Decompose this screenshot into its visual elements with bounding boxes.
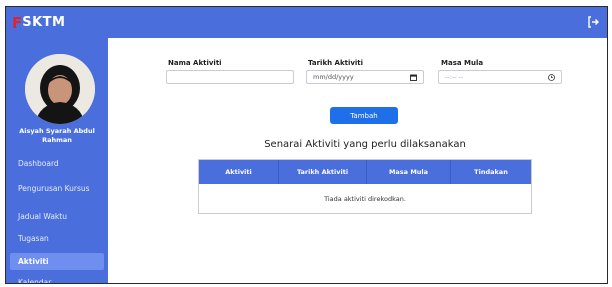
nama-aktiviti-label: Nama Aktiviti <box>168 59 222 67</box>
logo-text: SKTM <box>22 15 66 30</box>
section-title: Senarai Aktiviti yang perlu dilaksanakan <box>264 139 466 150</box>
sidebar-item-kalendar[interactable]: Kalendar <box>10 276 104 283</box>
top-bar: F SKTM <box>6 7 607 38</box>
app-window: F SKTM Aisyah Syarah Abdul Rahman Dashbo… <box>5 6 608 284</box>
tambah-button[interactable]: Tambah <box>330 107 398 124</box>
column-header-tindakan: Tindakan <box>474 168 508 176</box>
logout-icon[interactable] <box>587 16 599 28</box>
tarikh-aktiviti-input[interactable]: mm/dd/yyyy <box>306 70 424 84</box>
empty-table-message: Tiada aktiviti direkodkan. <box>199 184 531 213</box>
avatar <box>25 54 95 124</box>
main-content: Nama Aktiviti Tarikh Aktiviti mm/dd/yyyy… <box>108 38 607 283</box>
column-header-aktiviti: Aktiviti <box>199 160 279 184</box>
tarikh-aktiviti-label: Tarikh Aktiviti <box>308 59 364 67</box>
nama-aktiviti-input[interactable] <box>166 70 294 84</box>
sidebar-item-dashboard[interactable]: Dashboard <box>10 157 104 171</box>
column-header-tarikh-aktiviti: Tarikh Aktiviti <box>279 160 367 184</box>
masa-placeholder: --:-- -- <box>445 73 464 81</box>
column-header-masa-mula: Masa Mula <box>367 160 451 184</box>
masa-mula-label: Masa Mula <box>441 59 484 67</box>
clock-icon[interactable] <box>548 74 555 81</box>
table-header: Aktiviti Tarikh Aktiviti Masa Mula Tinda… <box>199 160 531 184</box>
sidebar-item-aktiviti[interactable]: Aktiviti <box>10 253 104 270</box>
profile-photo <box>25 54 95 124</box>
sidebar-item-jadual-waktu[interactable]: Jadual Waktu <box>10 210 104 224</box>
activities-table: Aktiviti Tarikh Aktiviti Masa Mula Tinda… <box>198 159 532 214</box>
sidebar: Aisyah Syarah Abdul Rahman Dashboard Pen… <box>6 38 108 283</box>
logo-letter-f: F <box>12 14 23 32</box>
sidebar-item-pengurusan-kursus[interactable]: Pengurusan Kursus <box>10 177 104 201</box>
tarikh-placeholder: mm/dd/yyyy <box>313 73 354 81</box>
calendar-icon[interactable] <box>410 74 417 81</box>
app-logo[interactable]: F SKTM <box>12 13 66 33</box>
user-name: Aisyah Syarah Abdul Rahman <box>19 127 95 144</box>
masa-mula-input[interactable]: --:-- -- <box>438 70 562 84</box>
sidebar-item-tugasan[interactable]: Tugasan <box>10 232 104 246</box>
